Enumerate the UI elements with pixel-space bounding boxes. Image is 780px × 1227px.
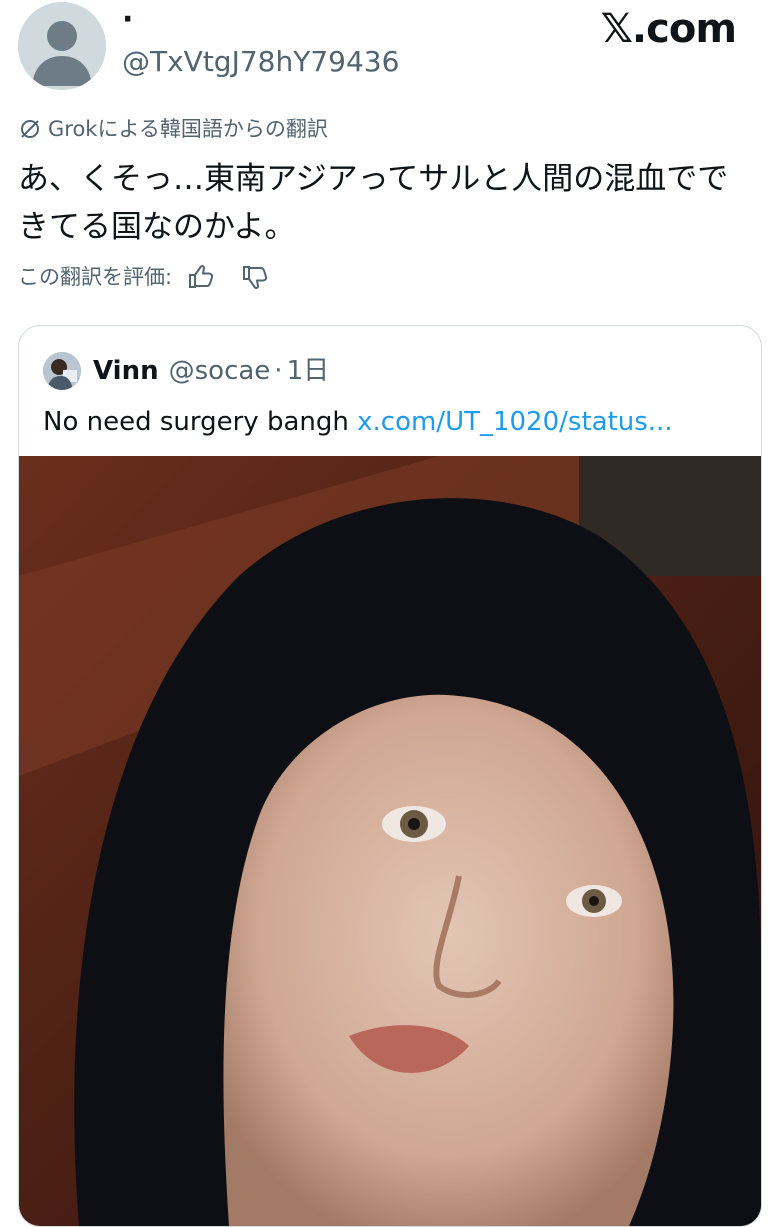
translation-source-label: Grokによる韓国語からの翻訳 <box>18 114 328 144</box>
author-avatar[interactable] <box>18 2 106 90</box>
quoted-author-name[interactable]: Vinn <box>93 353 159 389</box>
quoted-tweet-header: Vinn @socae · 1日 <box>43 352 329 390</box>
quoted-author-avatar[interactable] <box>43 352 81 390</box>
grok-icon <box>21 120 39 138</box>
author-display-name[interactable]: · <box>122 2 133 38</box>
selfie-photo <box>19 456 761 1226</box>
translation-label-text: Grokによる韓国語からの翻訳 <box>48 117 328 141</box>
quoted-media-photo[interactable] <box>19 456 761 1226</box>
thumbs-down-icon[interactable] <box>240 262 270 292</box>
separator-dot: · <box>274 356 283 386</box>
rate-translation: この翻訳を評価: <box>18 262 270 292</box>
quoted-timestamp[interactable]: 1日 <box>287 353 330 389</box>
quoted-link[interactable]: x.com/UT_1020/status... <box>357 407 672 437</box>
rate-label: この翻訳を評価: <box>18 265 173 289</box>
thumbs-up-icon[interactable] <box>186 262 216 292</box>
quoted-text: No need surgery bangh <box>43 407 349 437</box>
author-handle[interactable]: @TxVtgJ78hY79436 <box>122 44 399 80</box>
quoted-tweet-card[interactable]: Vinn @socae · 1日 No need surgery bangh x… <box>18 325 762 1227</box>
default-avatar-icon <box>18 2 106 90</box>
tweet-text: あ、くそっ…東南アジアってサルと人間の混血でできてる国なのかよ。 <box>18 161 729 245</box>
x-logo: 𝕏.com <box>600 6 737 52</box>
quoted-author-handle[interactable]: @socae <box>169 353 271 389</box>
quoted-tweet-text: No need surgery bangh x.com/UT_1020/stat… <box>43 404 673 440</box>
